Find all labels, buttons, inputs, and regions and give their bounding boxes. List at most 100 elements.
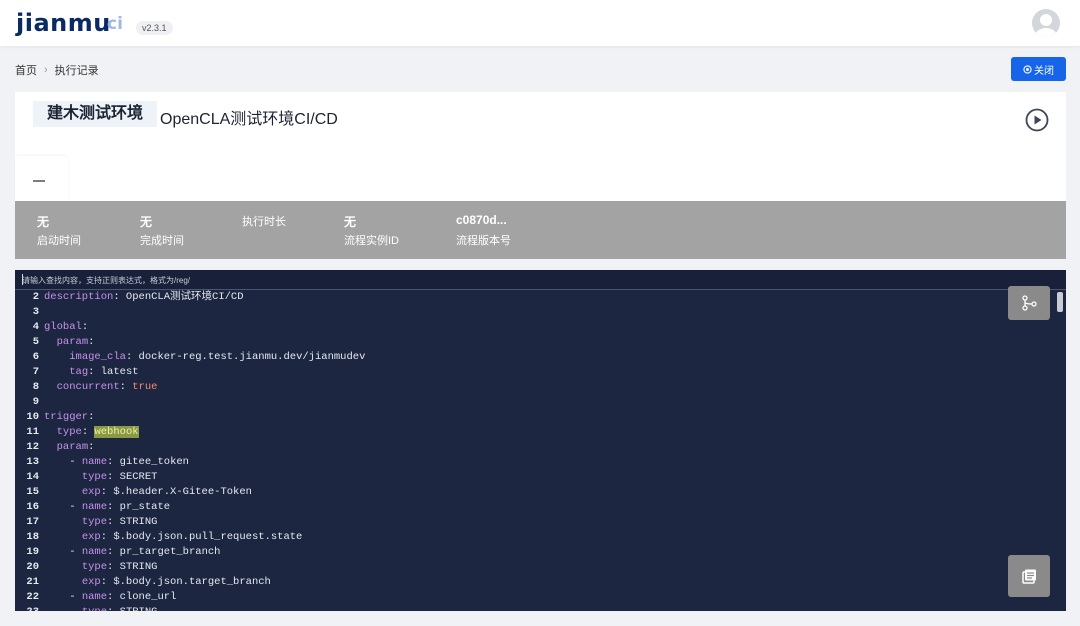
yaml-value: clone_url: [119, 591, 177, 603]
yaml-key: type: [81, 516, 108, 528]
line-number: 18: [26, 531, 39, 543]
line-number: 12: [26, 441, 39, 453]
yaml-colon: :: [107, 501, 120, 513]
code-line: 6 image_cla: docker-reg.test.jianmu.dev/…: [15, 350, 366, 365]
yaml-value: $.header.X-Gitee-Token: [113, 486, 252, 498]
search-input[interactable]: [22, 273, 422, 287]
dsl-editor[interactable]: 2description: OpenCLA测试环境CI/CD34global:5…: [15, 270, 1066, 611]
code-line: 12 param:: [15, 440, 365, 455]
breadcrumb: 首页 › 执行记录: [15, 62, 99, 78]
code-line: 2 description: OpenCLA测试环境CI/CD: [15, 290, 365, 305]
yaml-colon: :: [88, 441, 95, 453]
line-number: 11: [26, 426, 39, 438]
yaml-value: OpenCLA测试环境CI/CD: [125, 291, 244, 303]
line-number: 10: [26, 411, 39, 423]
tab-dash: [33, 180, 45, 182]
list-dash: -: [69, 501, 82, 513]
yaml-key: exp: [81, 531, 101, 543]
yaml-colon: :: [88, 411, 95, 423]
log-button[interactable]: [1008, 555, 1050, 597]
yaml-key: name: [81, 501, 108, 513]
yaml-colon: :: [113, 291, 126, 303]
code-line: 9: [15, 395, 365, 410]
yaml-colon: :: [119, 381, 133, 393]
yaml-key: name: [81, 546, 108, 558]
close-button-label: 关闭: [1034, 65, 1054, 77]
user-avatar-icon[interactable]: [1032, 9, 1060, 37]
code-line: 19 - name: pr_target_branch: [15, 545, 365, 560]
editor-scrollbar[interactable]: [1057, 292, 1063, 312]
yaml-value: STRING: [119, 561, 158, 573]
code-line: 18 exp: $.body.json.pull_request.state: [15, 530, 365, 545]
yaml-colon: :: [107, 546, 120, 558]
line-number: 3: [32, 306, 39, 318]
chevron-right-icon: ›: [44, 64, 48, 76]
line-number: 7: [32, 366, 39, 378]
record-tab[interactable]: [15, 156, 68, 202]
yaml-value: pr_state: [119, 501, 171, 513]
yaml-colon: :: [107, 561, 120, 573]
yaml-colon: :: [88, 366, 101, 378]
code-line: 23 type: STRING: [15, 605, 365, 611]
breadcrumb-current: 执行记录: [54, 65, 99, 77]
line-number: 15: [26, 486, 39, 498]
yaml-colon: :: [107, 456, 120, 468]
yaml-value: gitee_token: [119, 456, 189, 468]
close-button[interactable]: 关闭: [1011, 57, 1066, 81]
line-number: 6: [32, 351, 39, 363]
breadcrumb-home[interactable]: 首页: [15, 62, 37, 78]
yaml-value: $.body.json.pull_request.state: [113, 531, 303, 543]
line-number: 4: [32, 321, 39, 333]
yaml-value: docker-reg.test.jianmu.dev/jianmudev: [138, 351, 366, 363]
logo[interactable]: jianmu: [16, 9, 111, 37]
yaml-colon: :: [107, 516, 120, 528]
line-number: 5: [32, 336, 39, 348]
yaml-value: STRING: [119, 516, 158, 528]
yaml-key: exp: [81, 486, 101, 498]
line-number: 20: [26, 561, 39, 573]
code-line: 16 - name: pr_state: [15, 500, 365, 515]
yaml-value: latest: [100, 366, 139, 378]
code-line: 14 type: SECRET: [15, 470, 365, 485]
yaml-key: concurrent: [56, 381, 120, 393]
info-start-time: 无 启动时间: [37, 213, 81, 248]
list-dash: -: [69, 456, 82, 468]
yaml-colon: :: [100, 576, 114, 588]
line-number: 14: [26, 471, 39, 483]
code-line: 17 type: STRING: [15, 515, 365, 530]
yaml-key: name: [81, 456, 108, 468]
code-line: 8 concurrent: true: [15, 380, 365, 395]
info-end-time: 无 完成时间: [140, 213, 184, 248]
yaml-colon: :: [107, 591, 120, 603]
list-dash: -: [69, 546, 82, 558]
yaml-key: description: [44, 291, 114, 303]
yaml-key: name: [81, 591, 108, 603]
code-content[interactable]: 2 description: OpenCLA测试环境CI/CD 3 4 global: 5…: [15, 290, 365, 611]
yaml-key: type: [56, 426, 82, 438]
project-name[interactable]: 建木测试环境: [33, 101, 158, 127]
line-number: 13: [26, 456, 39, 468]
line-number: 22: [26, 591, 39, 603]
logo-ci: ci: [107, 14, 123, 34]
yaml-value: webhook: [94, 426, 139, 438]
yaml-colon: :: [81, 321, 89, 333]
top-bar: jianmu ci v2.3.1: [0, 0, 1080, 46]
line-number: 23: [15, 605, 39, 611]
info-label: 流程版本号: [456, 235, 511, 247]
yaml-colon: :: [107, 471, 120, 483]
yaml-value: pr_target_branch: [119, 546, 221, 558]
yaml-colon: :: [125, 351, 139, 363]
workflow-name: OpenCLA测试环境CI/CD: [160, 111, 338, 128]
workflow-graph-button[interactable]: [1008, 286, 1050, 320]
code-line: 10 trigger:: [15, 410, 365, 425]
info-value: 无: [37, 215, 50, 229]
yaml-colon: :: [88, 336, 95, 348]
code-line: 20 type: STRING: [15, 560, 365, 575]
play-circle-icon[interactable]: [1025, 108, 1049, 132]
list-dash: -: [69, 591, 82, 603]
code-line: 15 exp: $.header.X-Gitee-Token: [15, 485, 365, 500]
yaml-value: true: [132, 381, 158, 393]
yaml-colon: :: [100, 486, 114, 498]
line-number: 19: [26, 546, 39, 558]
info-value: 无: [140, 215, 153, 229]
